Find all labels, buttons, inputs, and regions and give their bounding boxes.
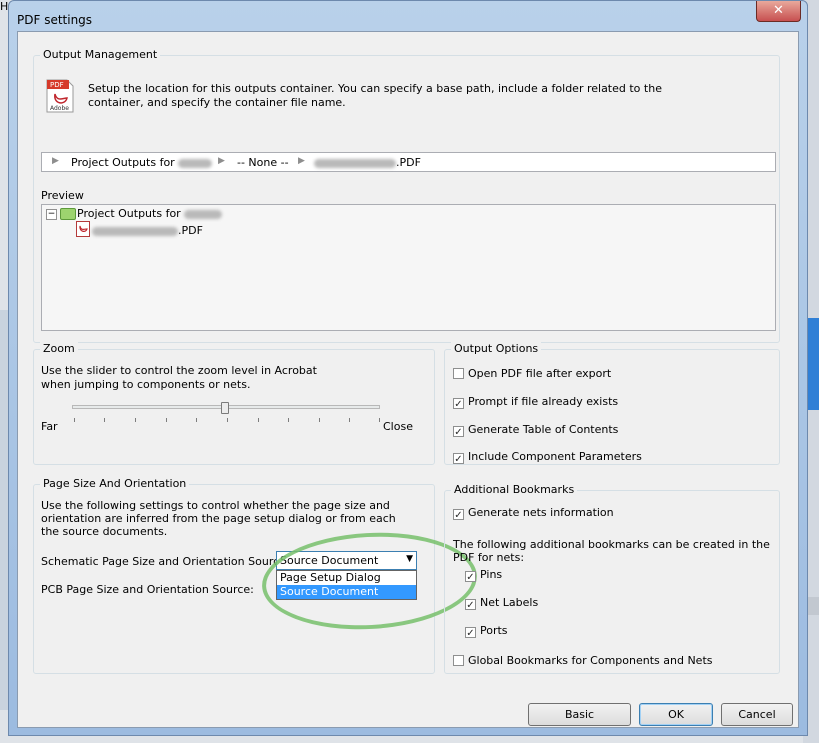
global-bookmarks-label: Global Bookmarks for Components and Nets [468, 654, 713, 667]
basic-button[interactable]: Basic [528, 703, 631, 726]
page-size-description: Use the following settings to control wh… [41, 499, 396, 538]
generate-toc-checkbox[interactable]: ✓ Generate Table of Contents [453, 423, 619, 438]
zoom-description: Use the slider to control the zoom level… [41, 364, 317, 391]
ports-label: Ports [480, 624, 508, 637]
checkbox-checked-icon[interactable]: ✓ [465, 571, 476, 583]
preview-tree: − Project Outputs for .PDF [41, 204, 776, 331]
path-segment-project[interactable]: Project Outputs for [71, 156, 213, 169]
net-labels-label: Net Labels [480, 596, 539, 609]
generate-nets-checkbox[interactable]: ✓ Generate nets information [453, 506, 614, 521]
checkbox-checked-icon[interactable]: ✓ [453, 426, 464, 438]
zoom-legend: Zoom [40, 342, 78, 355]
output-management-description: Setup the location for this outputs cont… [88, 82, 662, 109]
output-management-legend: Output Management [40, 48, 161, 61]
path-arrow-icon: ▶ [218, 156, 225, 166]
include-params-label: Include Component Parameters [468, 450, 642, 463]
output-options-legend: Output Options [451, 342, 542, 355]
checkbox-checked-icon[interactable]: ✓ [465, 599, 476, 611]
tree-collapse-icon[interactable]: − [46, 209, 57, 220]
checkbox-checked-icon[interactable]: ✓ [465, 627, 476, 639]
prompt-exists-checkbox[interactable]: ✓ Prompt if file already exists [453, 395, 619, 410]
dialog-title: PDF settings [17, 13, 93, 27]
include-params-checkbox[interactable]: ✓ Include Component Parameters [453, 450, 642, 465]
global-bookmarks-checkbox[interactable]: Global Bookmarks for Components and Nets [453, 654, 712, 667]
prompt-exists-label: Prompt if file already exists [468, 395, 619, 408]
path-arrow-icon: ▶ [52, 156, 59, 166]
adobe-icon-label: Adobe [50, 105, 69, 112]
schematic-source-label: Schematic Page Size and Orientation Sour… [41, 555, 290, 568]
title-bar[interactable]: PDF settings ✕ [9, 1, 807, 35]
checkbox-checked-icon[interactable]: ✓ [453, 509, 464, 521]
tree-file-item[interactable]: .PDF [92, 224, 203, 237]
pdf-file-icon: PDF Adobe [46, 79, 74, 113]
open-pdf-label: Open PDF file after export [468, 367, 612, 380]
pins-label: Pins [480, 568, 503, 581]
pcb-source-label: PCB Page Size and Orientation Source: [41, 583, 254, 596]
tree-root-item[interactable]: Project Outputs for [77, 207, 223, 220]
zoom-slider-thumb[interactable] [221, 402, 229, 414]
pdf-icon-label: PDF [50, 81, 64, 89]
additional-bookmarks-legend: Additional Bookmarks [451, 483, 578, 496]
close-icon[interactable]: ✕ [756, 1, 801, 22]
pins-checkbox[interactable]: ✓ Pins [465, 568, 503, 583]
zoom-close-label: Close [383, 420, 413, 433]
path-arrow-icon: ▶ [298, 156, 305, 166]
output-management-group: Output Management PDF Adobe Setup the lo… [33, 48, 780, 343]
cancel-button[interactable]: Cancel [721, 703, 793, 726]
page-size-legend: Page Size And Orientation [40, 477, 190, 490]
zoom-far-label: Far [41, 420, 58, 433]
generate-nets-label: Generate nets information [468, 506, 614, 519]
pdf-settings-dialog: PDF settings ✕ Output Management PDF Ado… [8, 0, 808, 736]
open-pdf-checkbox[interactable]: Open PDF file after export [453, 367, 611, 380]
checkbox-checked-icon[interactable]: ✓ [453, 398, 464, 410]
ok-button[interactable]: OK [639, 703, 713, 726]
generate-toc-label: Generate Table of Contents [468, 423, 619, 436]
checkbox-checked-icon[interactable]: ✓ [453, 453, 464, 465]
page-size-group: Page Size And Orientation Use the follow… [33, 477, 480, 674]
checkbox-icon[interactable] [453, 368, 464, 379]
net-labels-checkbox[interactable]: ✓ Net Labels [465, 596, 539, 611]
additional-bookmarks-group: Additional Bookmarks ✓ Generate nets info… [444, 483, 780, 674]
dialog-client-area: Output Management PDF Adobe Setup the lo… [17, 31, 799, 728]
checkbox-icon[interactable] [453, 655, 464, 666]
path-segment-folder[interactable]: -- None -- [237, 156, 289, 169]
preview-label: Preview [41, 189, 84, 202]
path-segment-filename[interactable]: .PDF [314, 156, 421, 169]
output-path-bar[interactable]: ▶ Project Outputs for ▶ -- None -- ▶ .PD… [41, 152, 776, 172]
pdf-file-small-icon [76, 221, 90, 237]
ports-checkbox[interactable]: ✓ Ports [465, 624, 508, 639]
zoom-slider-ticks [74, 418, 380, 424]
bookmarks-description: The following additional bookmarks can b… [453, 538, 770, 564]
output-options-group: Output Options Open PDF file after expor… [444, 342, 780, 465]
folder-icon [60, 208, 76, 220]
zoom-group: Zoom Use the slider to control the zoom … [33, 342, 435, 465]
